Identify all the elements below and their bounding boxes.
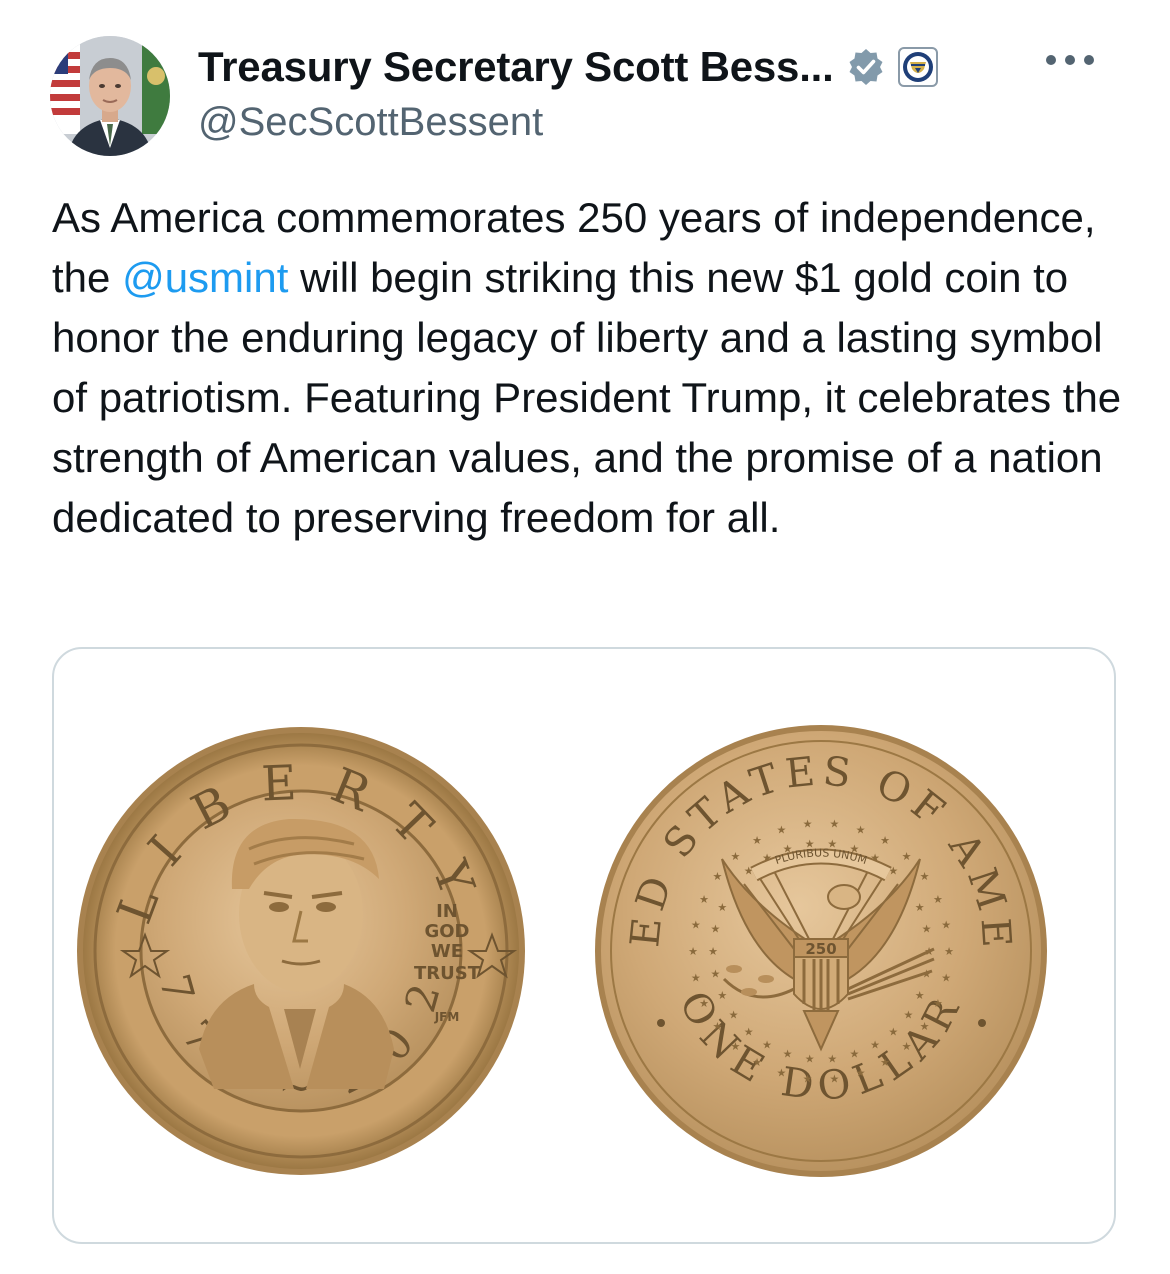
coin-star: ★ (717, 901, 727, 914)
coin-star: ★ (708, 945, 718, 958)
media-card[interactable]: LIBERTY 1 7 7 6 ~ 2 0 2 6 (52, 647, 1116, 1244)
designer-initials: JFM (434, 1010, 460, 1024)
coin-star: ★ (920, 1020, 930, 1033)
author-handle[interactable]: @SecScottBessent (198, 100, 543, 145)
mention-link[interactable]: @usmint (122, 254, 288, 301)
coin-star: ★ (688, 945, 698, 958)
coin-star: ★ (829, 1072, 839, 1085)
coin-star: ★ (717, 989, 727, 1002)
coin-star: ★ (903, 1009, 913, 1022)
author-display-name[interactable]: Treasury Secretary Scott Bess... (198, 43, 834, 91)
coin-star: ★ (730, 850, 740, 863)
coin-star: ★ (856, 823, 866, 836)
tweet: Treasury Secretary Scott Bess... @SecSco… (0, 0, 1170, 1274)
coin-star: ★ (729, 1009, 739, 1022)
coin-star: ★ (944, 945, 954, 958)
shield-text: 250 (805, 940, 836, 958)
coin-star: ★ (880, 1056, 890, 1069)
coin-star: ★ (699, 997, 709, 1010)
coin-star: ★ (915, 901, 925, 914)
coin-star: ★ (933, 997, 943, 1010)
coin-star: ★ (856, 1067, 866, 1080)
coin-star: ★ (829, 818, 839, 831)
coin-star: ★ (803, 818, 813, 831)
coin-star: ★ (920, 870, 930, 883)
coin-star: ★ (691, 918, 701, 931)
coin-star: ★ (776, 1067, 786, 1080)
coin-star: ★ (699, 893, 709, 906)
coin-star: ★ (712, 1020, 722, 1033)
more-options-button[interactable] (1040, 40, 1100, 80)
motto-line: TRUST (414, 963, 481, 984)
coin-star: ★ (941, 918, 951, 931)
coin-image[interactable]: LIBERTY 1 7 7 6 ~ 2 0 2 6 (54, 649, 1116, 1244)
coin-star: ★ (902, 850, 912, 863)
coin-star: ★ (922, 923, 932, 936)
coin-star: ★ (902, 1040, 912, 1053)
coin-star: ★ (870, 1039, 880, 1052)
coin-star: ★ (710, 968, 720, 981)
coin-star: ★ (762, 1039, 772, 1052)
coin-star: ★ (691, 972, 701, 985)
coin-star: ★ (783, 1048, 793, 1061)
motto-line: GOD (424, 921, 469, 942)
coin-star: ★ (803, 1072, 813, 1085)
coin-star: ★ (827, 1052, 837, 1065)
author-avatar[interactable] (50, 36, 170, 156)
treasury-seal-icon[interactable] (897, 47, 938, 87)
coin-star: ★ (880, 834, 890, 847)
avatar-image (50, 36, 170, 156)
tweet-text: As America commemorates 250 years of ind… (52, 188, 1132, 548)
coin-star: ★ (849, 1048, 859, 1061)
coin-star: ★ (941, 972, 951, 985)
coin-star: ★ (744, 1025, 754, 1038)
coin-star: ★ (933, 893, 943, 906)
coin-obverse: LIBERTY 1 7 7 6 ~ 2 0 2 6 (54, 649, 525, 1175)
coin-star: ★ (710, 923, 720, 936)
coin-star: ★ (888, 1025, 898, 1038)
coin-star: ★ (915, 989, 925, 1002)
coin-star: ★ (752, 1056, 762, 1069)
coin-star: ★ (776, 823, 786, 836)
motto-line: IN (436, 901, 458, 922)
coin-star: ★ (805, 1052, 815, 1065)
author-name-row: Treasury Secretary Scott Bess... (198, 40, 938, 94)
motto-line: WE (431, 941, 463, 962)
verified-check-icon[interactable] (846, 47, 886, 87)
coin-star: ★ (712, 870, 722, 883)
more-horizontal-icon (1046, 55, 1094, 65)
coin-star: ★ (730, 1040, 740, 1053)
coin-star: ★ (752, 834, 762, 847)
